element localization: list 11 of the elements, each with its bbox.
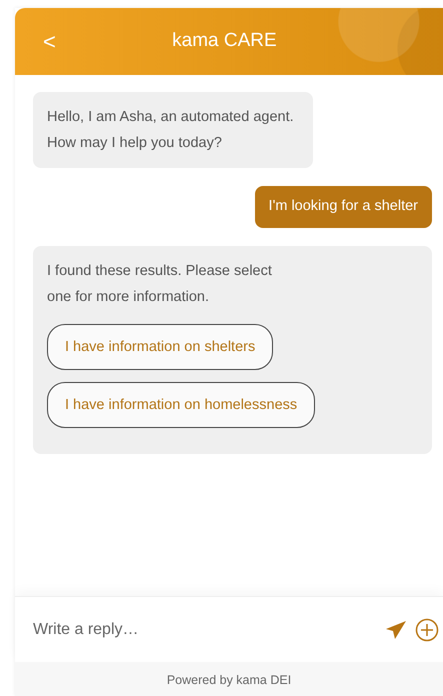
reply-field[interactable]: Write a reply… — [31, 616, 385, 642]
header-title: kama CARE — [171, 29, 278, 54]
powered-by-text: Powered by kama DEI — [15, 662, 443, 696]
add-icon[interactable] — [415, 618, 439, 642]
option-button[interactable]: I have information on shelters — [47, 324, 274, 370]
bot-message: Hello, I am Asha, an automated agent. How may I help you today? — [33, 92, 313, 168]
option-button[interactable]: I have information on homelessness — [47, 382, 316, 428]
back-button[interactable]: < — [43, 30, 56, 52]
bot-message-text: I found these results. Please select one for more information. — [47, 262, 273, 307]
user-message: I'm looking for a shelter — [254, 186, 432, 228]
send-icon[interactable] — [385, 620, 407, 640]
